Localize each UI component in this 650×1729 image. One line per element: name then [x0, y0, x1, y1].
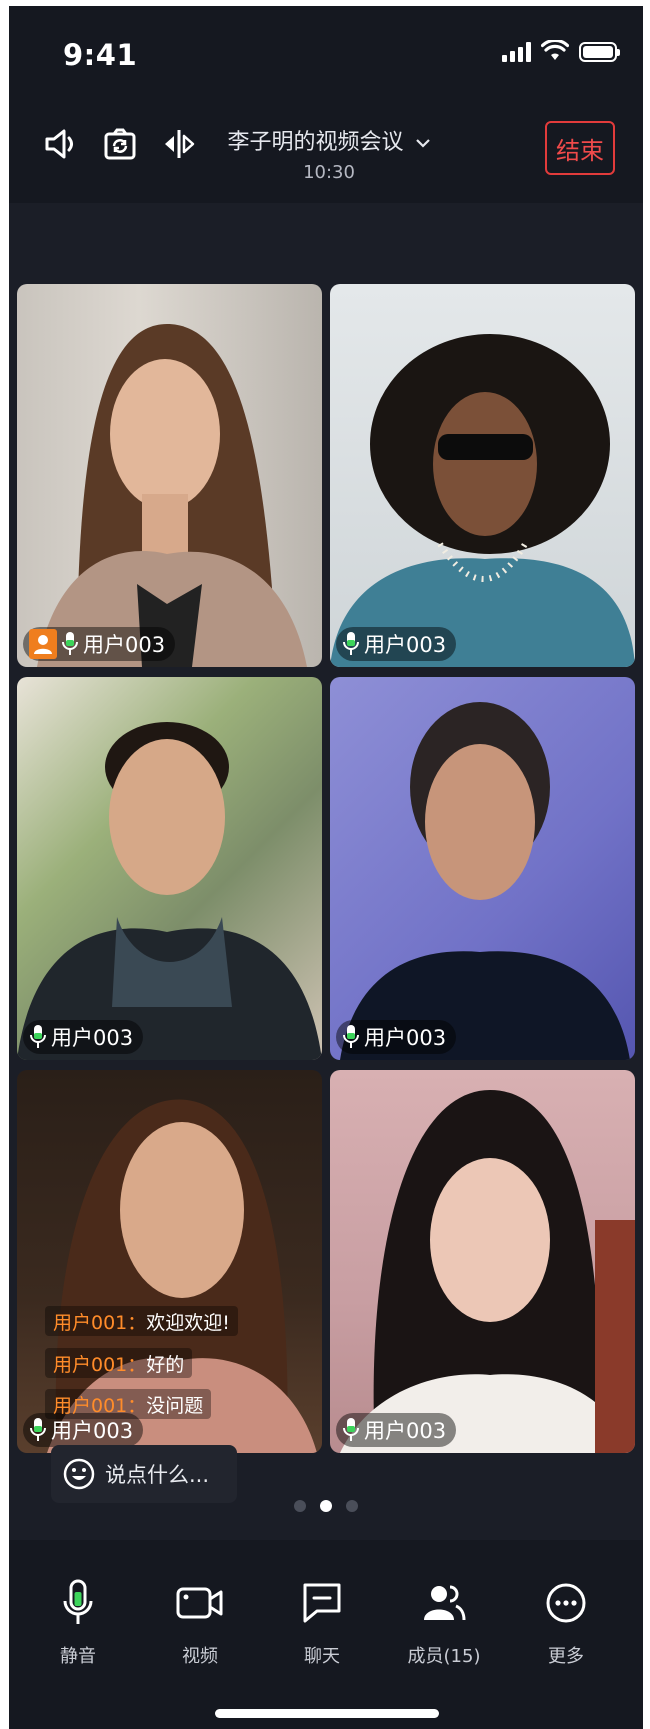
- signal-icon: [502, 40, 531, 62]
- participant-video: [330, 334, 635, 667]
- tab-label: 更多: [548, 1646, 584, 1667]
- chat-input[interactable]: 说点什么...: [51, 1445, 237, 1503]
- meeting-title[interactable]: 李子明的视频会议: [209, 124, 449, 156]
- chat-sender: 用户001：: [53, 1353, 147, 1376]
- more-icon: [511, 1576, 621, 1630]
- meeting-time: 10:30: [303, 162, 355, 183]
- participant-name: 用户003: [51, 1419, 134, 1443]
- microphone-icon: [30, 1025, 46, 1048]
- end-meeting-button[interactable]: 结束: [545, 121, 615, 175]
- microphone-icon: [23, 1576, 133, 1630]
- chat-message: 用户001： 没问题: [45, 1389, 212, 1419]
- participant-name-tag: 用户003: [336, 1020, 457, 1054]
- microphone-icon: [343, 1025, 359, 1048]
- participant-name-tag: 用户003: [23, 627, 176, 661]
- microphone-icon: [343, 632, 359, 655]
- participant-name: 用户003: [364, 1419, 447, 1443]
- chat-text: 欢迎欢迎!: [146, 1311, 230, 1334]
- members-icon: [389, 1576, 499, 1630]
- chat-button[interactable]: 聊天: [267, 1576, 377, 1668]
- tab-label: 成员(15): [407, 1646, 481, 1667]
- status-time: 9:41: [63, 38, 138, 72]
- page-dot[interactable]: [346, 1500, 358, 1512]
- participant-name-tag: 用户003: [336, 627, 457, 661]
- chat-sender: 用户001：: [53, 1311, 147, 1334]
- mirror-icon[interactable]: [159, 124, 199, 164]
- tab-label: 视频: [182, 1646, 218, 1667]
- video-camera-icon: [145, 1576, 255, 1630]
- participant-name: 用户003: [364, 1026, 447, 1050]
- battery-icon: [579, 42, 620, 62]
- bottom-toolbar: 静音 视频 聊天 成员(15) 更多: [9, 1540, 643, 1729]
- chat-message: 用户001： 好的: [45, 1348, 193, 1378]
- microphone-icon: [343, 1418, 359, 1441]
- video-tile-4[interactable]: 用户003: [330, 677, 635, 1060]
- chat-icon: [267, 1576, 377, 1630]
- participant-name-tag: 用户003: [23, 1020, 144, 1054]
- chat-sender: 用户001：: [53, 1394, 147, 1417]
- chat-text: 好的: [146, 1353, 185, 1376]
- top-bar: 9:41 李子明的视频会议 10:30 结束: [9, 6, 643, 203]
- speaker-icon[interactable]: [41, 124, 81, 164]
- participant-video: [37, 324, 307, 667]
- participant-video: [340, 1090, 635, 1453]
- home-indicator[interactable]: [215, 1709, 439, 1718]
- host-icon: [29, 629, 57, 659]
- emoji-icon[interactable]: [63, 1458, 95, 1490]
- video-tile-6[interactable]: 用户003: [330, 1070, 635, 1453]
- tab-label: 聊天: [304, 1646, 340, 1667]
- chat-text: 没问题: [146, 1394, 204, 1417]
- members-button[interactable]: 成员(15): [389, 1576, 499, 1668]
- participant-name-tag: 用户003: [336, 1413, 457, 1447]
- page-dot[interactable]: [294, 1500, 306, 1512]
- tab-label: 静音: [60, 1646, 96, 1667]
- video-tile-1[interactable]: 用户003: [17, 284, 322, 667]
- chat-message: 用户001： 欢迎欢迎!: [45, 1306, 238, 1336]
- chat-input-placeholder: 说点什么...: [105, 1463, 210, 1487]
- chevron-down-icon: [415, 139, 430, 148]
- more-button[interactable]: 更多: [511, 1576, 621, 1668]
- page-dot-active[interactable]: [320, 1500, 332, 1512]
- page-indicator[interactable]: [9, 1500, 643, 1512]
- status-icons: [502, 40, 620, 62]
- phone-screen: 9:41 李子明的视频会议 10:30 结束 用户003 用户003 用户003…: [9, 6, 643, 1729]
- switch-camera-icon[interactable]: [100, 124, 140, 164]
- participant-name: 用户003: [51, 1026, 134, 1050]
- mute-button[interactable]: 静音: [23, 1576, 133, 1668]
- wifi-icon: [541, 40, 569, 60]
- participant-video: [340, 702, 630, 1060]
- video-tile-2[interactable]: 用户003: [330, 284, 635, 667]
- participant-name: 用户003: [83, 633, 166, 657]
- microphone-icon: [62, 632, 78, 655]
- microphone-icon: [30, 1418, 46, 1441]
- video-tile-3[interactable]: 用户003: [17, 677, 322, 1060]
- participant-name: 用户003: [364, 633, 447, 657]
- video-button[interactable]: 视频: [145, 1576, 255, 1668]
- meeting-title-text: 李子明的视频会议: [227, 130, 404, 155]
- participant-video: [17, 722, 322, 1060]
